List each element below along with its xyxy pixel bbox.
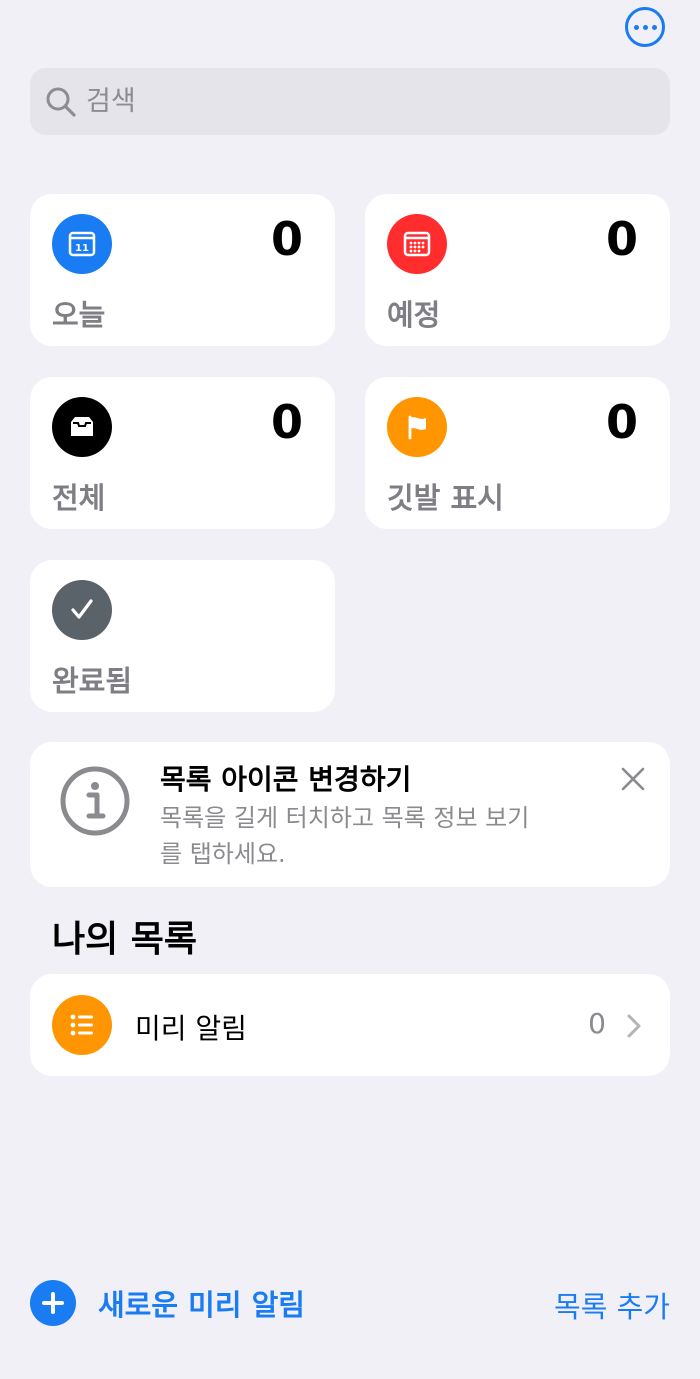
- today-label: 오늘: [52, 298, 106, 332]
- list-name: 미리 알림: [135, 1012, 247, 1045]
- ellipsis-icon: [633, 24, 639, 30]
- chevron-right-icon: [627, 1014, 641, 1038]
- tray-icon: [52, 397, 112, 457]
- smart-list-completed[interactable]: 완료됨: [30, 560, 335, 712]
- calendar-date: 11: [75, 243, 89, 254]
- flagged-count: 0: [605, 395, 638, 449]
- add-list-button[interactable]: 목록 추가: [554, 1284, 670, 1326]
- tip-card: 목록 아이콘 변경하기 목록을 길게 터치하고 목록 정보 보기를 탭하세요.: [30, 742, 670, 887]
- list-bullet-icon: [52, 995, 112, 1055]
- flagged-label: 깃발 표시: [387, 481, 504, 515]
- list-item-reminders[interactable]: 미리 알림 0: [30, 974, 670, 1076]
- search-icon: [46, 87, 76, 117]
- info-icon: [60, 766, 130, 836]
- search-input[interactable]: [86, 86, 646, 117]
- smart-list-flagged[interactable]: 0 깃발 표시: [365, 377, 670, 529]
- smart-list-today[interactable]: 11 0 오늘: [30, 194, 335, 346]
- close-icon[interactable]: [620, 766, 646, 792]
- new-reminder-label: 새로운 미리 알림: [98, 1288, 305, 1322]
- today-count: 0: [270, 212, 303, 266]
- smart-list-scheduled[interactable]: 0 예정: [365, 194, 670, 346]
- smart-list-all[interactable]: 0 전체: [30, 377, 335, 529]
- calendar-today-icon: 11: [52, 214, 112, 274]
- my-lists-heading: 나의 목록: [52, 919, 198, 960]
- search-bar[interactable]: [30, 68, 670, 135]
- tip-body: 목록을 길게 터치하고 목록 정보 보기를 탭하세요.: [160, 804, 530, 868]
- all-label: 전체: [52, 481, 106, 515]
- tip-title: 목록 아이콘 변경하기: [160, 763, 412, 796]
- new-reminder-button[interactable]: 새로운 미리 알림: [30, 1280, 305, 1326]
- plus-circle-icon: [30, 1280, 76, 1326]
- calendar-grid-icon: [387, 214, 447, 274]
- more-options-button[interactable]: [625, 7, 665, 47]
- checkmark-icon: [52, 580, 112, 640]
- list-count: 0: [588, 1007, 606, 1040]
- scheduled-label: 예정: [387, 298, 441, 332]
- completed-label: 완료됨: [52, 664, 133, 698]
- flag-icon: [387, 397, 447, 457]
- scheduled-count: 0: [605, 212, 638, 266]
- all-count: 0: [270, 395, 303, 449]
